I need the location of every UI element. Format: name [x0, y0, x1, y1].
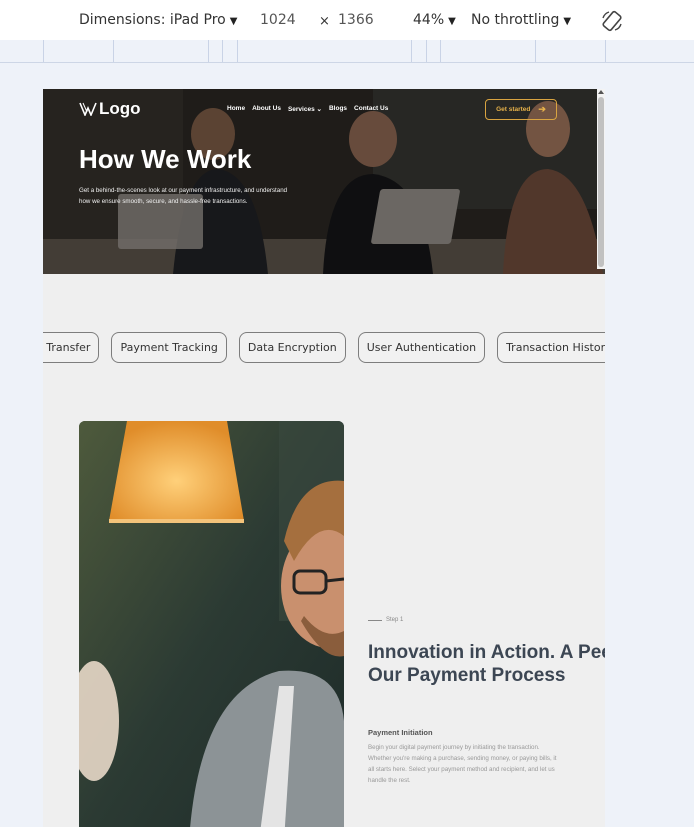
devtools-device-toolbar: Dimensions: iPad Pro ▼ 1024 × 1366 44% ▼ N…	[0, 0, 694, 41]
device-dimensions-label: Dimensions: iPad Pro	[79, 12, 226, 28]
hero-subtitle: Get a behind-the-scenes look at our paym…	[79, 187, 288, 205]
process-headline: Innovation in Action. A Peek into Our Pa…	[368, 642, 605, 686]
process-subheading: Payment Initiation	[368, 728, 433, 737]
nav-item-about-us[interactable]: About Us	[252, 105, 281, 113]
device-dimensions-dropdown[interactable]: Dimensions: iPad Pro ▼	[79, 12, 237, 28]
zoom-dropdown[interactable]: 44% ▼	[413, 12, 456, 28]
nav-item-home[interactable]: Home	[227, 105, 245, 113]
site-logo[interactable]: Logo	[79, 99, 141, 119]
arrow-right-icon: ➔	[538, 104, 546, 114]
ruler-tick	[440, 40, 441, 62]
tab-transaction-history[interactable]: Transaction History	[497, 332, 605, 363]
nav-item-services[interactable]: Services ⌄	[288, 105, 322, 113]
chevron-down-icon: ▼	[563, 16, 572, 27]
throttling-label: No throttling	[471, 12, 560, 28]
tab-transfer[interactable]: s Transfer	[43, 332, 100, 363]
main-nav: Home About Us Services ⌄ Blogs Contact U…	[227, 105, 388, 113]
ruler-tick	[535, 40, 536, 62]
throttling-dropdown[interactable]: No throttling ▼	[471, 12, 571, 28]
get-started-button[interactable]: Get started ➔	[485, 99, 557, 120]
chevron-down-icon: ▼	[448, 16, 456, 27]
tab-data-encryption[interactable]: Data Encryption	[238, 332, 346, 363]
device-viewport: Logo Home About Us Services ⌄ Blogs Cont…	[43, 89, 605, 827]
ruler-tick	[43, 40, 44, 62]
process-photo	[79, 421, 344, 827]
nav-item-blogs[interactable]: Blogs	[329, 105, 347, 113]
ruler-tick	[605, 40, 606, 62]
step-line-decoration	[368, 619, 382, 621]
hero-title: How We Work	[79, 144, 252, 174]
ruler-tick	[222, 40, 223, 62]
logo-text: Logo	[99, 99, 141, 118]
scroll-up-arrow-icon[interactable]	[598, 90, 604, 94]
viewport-scrollbar[interactable]	[597, 89, 605, 269]
viewport-height-input[interactable]: 1366	[338, 12, 374, 28]
dimension-separator: ×	[319, 14, 330, 29]
process-description: Begin your digital payment journey by in…	[368, 744, 557, 784]
chevron-down-icon: ▼	[229, 16, 238, 27]
ruler-tick	[113, 40, 114, 62]
zoom-label: 44%	[413, 12, 445, 28]
nav-item-services-label: Services	[287, 106, 315, 113]
nav-item-contact-us[interactable]: Contact Us	[354, 105, 388, 113]
step-indicator: Step 1	[368, 617, 403, 623]
ruler-tick	[237, 40, 238, 62]
chevron-down-icon: ⌄	[316, 106, 322, 113]
tab-user-authentication[interactable]: User Authentication	[357, 332, 486, 363]
man-with-laptop-image	[79, 421, 344, 827]
ruler-tick	[208, 40, 209, 62]
hero-banner: Logo Home About Us Services ⌄ Blogs Cont…	[43, 89, 605, 274]
tab-payment-tracking[interactable]: Payment Tracking	[111, 332, 227, 363]
ruler-tick	[411, 40, 412, 62]
rotate-icon[interactable]	[600, 9, 624, 33]
scrollbar-thumb[interactable]	[598, 97, 604, 267]
logo-mark-icon	[79, 102, 97, 116]
service-tabs: s Transfer Payment Tracking Data Encrypt…	[43, 332, 605, 363]
get-started-label: Get started	[496, 106, 531, 113]
viewport-width-input[interactable]: 1024	[260, 12, 296, 28]
step-label: Step 1	[386, 617, 404, 623]
ruler-tick	[426, 40, 427, 62]
media-query-ruler[interactable]	[0, 40, 694, 63]
